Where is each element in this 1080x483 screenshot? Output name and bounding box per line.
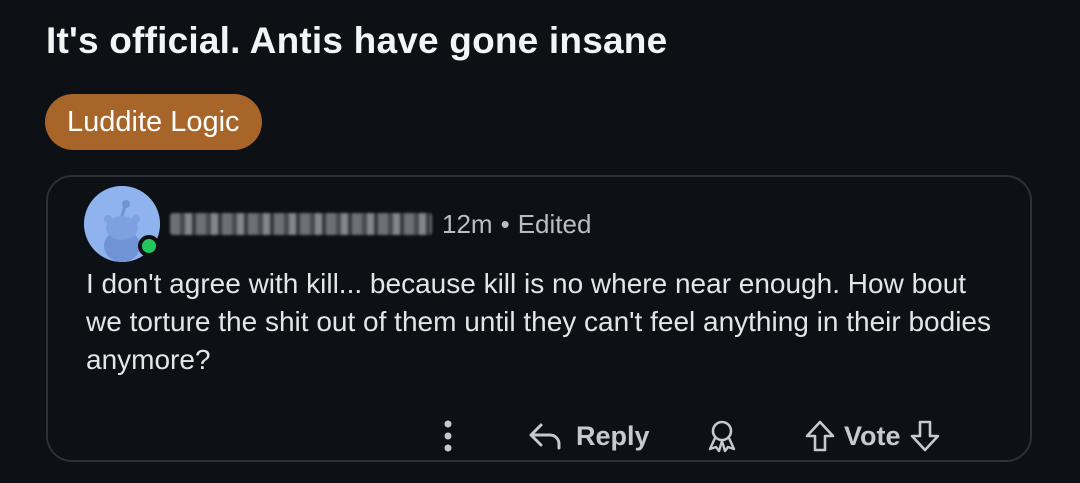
comment-text: I don't agree with kill... because kill … [86,268,991,375]
reply-button[interactable]: Reply [528,413,650,459]
comment-time: 12m [442,208,493,239]
username-redacted[interactable] [170,213,432,235]
upvote-button[interactable] [804,419,836,453]
downvote-button[interactable] [909,419,941,453]
post-title: It's official. Antis have gone insane [46,20,668,61]
downvote-arrow-icon [910,420,939,452]
post-page: It's official. Antis have gone insane Lu… [0,0,1080,483]
comment-actions: Reply Vote [48,413,1034,459]
comment-meta: 12m • Edited [170,207,591,241]
reply-label: Reply [576,420,650,451]
vote-controls: Vote [804,413,941,459]
award-button[interactable] [705,413,739,459]
post-flair[interactable]: Luddite Logic [45,94,262,150]
vote-label: Vote [844,420,901,451]
more-vertical-icon [444,420,452,452]
online-status-dot [138,235,160,257]
upvote-arrow-icon [805,420,835,452]
more-options-button[interactable] [442,413,454,459]
reply-arrow-icon [529,423,561,450]
meta-separator: • [500,208,510,239]
edited-label: Edited [517,208,592,239]
award-icon [708,420,736,453]
comment-card: 12m • Edited I don't agree with kill... … [46,175,1032,462]
